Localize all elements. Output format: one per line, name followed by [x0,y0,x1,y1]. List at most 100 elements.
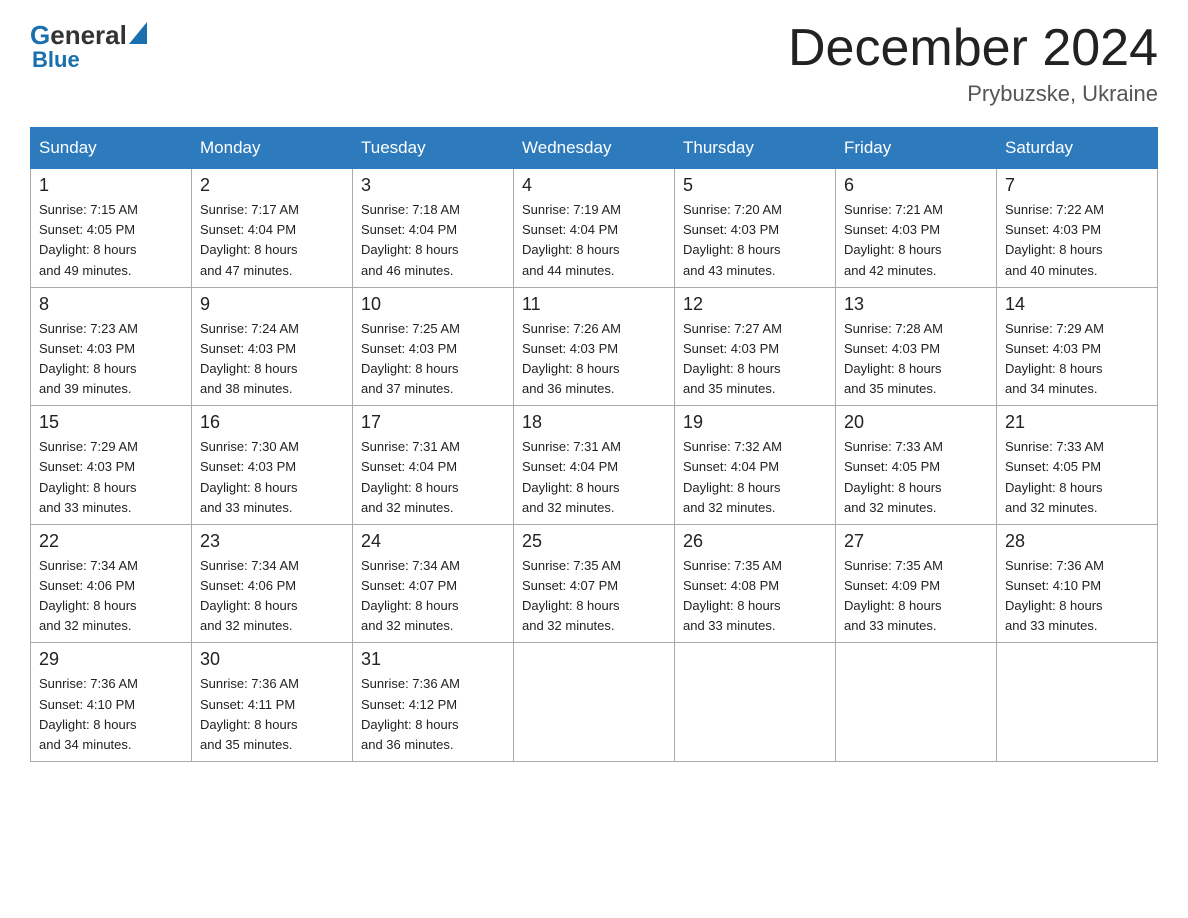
page-header: General Blue December 2024 Prybuzske, Uk… [30,20,1158,107]
day-number: 31 [361,649,505,670]
table-row: 17 Sunrise: 7:31 AMSunset: 4:04 PMDayligh… [353,406,514,525]
day-info: Sunrise: 7:24 AMSunset: 4:03 PMDaylight:… [200,319,344,400]
day-info: Sunrise: 7:21 AMSunset: 4:03 PMDaylight:… [844,200,988,281]
logo: General Blue [30,20,147,73]
table-row: 30 Sunrise: 7:36 AMSunset: 4:11 PMDayligh… [192,643,353,762]
table-row: 1 Sunrise: 7:15 AMSunset: 4:05 PMDaylight… [31,169,192,288]
day-number: 18 [522,412,666,433]
day-info: Sunrise: 7:31 AMSunset: 4:04 PMDaylight:… [361,437,505,518]
day-number: 11 [522,294,666,315]
table-row: 31 Sunrise: 7:36 AMSunset: 4:12 PMDayligh… [353,643,514,762]
table-row: 4 Sunrise: 7:19 AMSunset: 4:04 PMDaylight… [514,169,675,288]
table-row: 27 Sunrise: 7:35 AMSunset: 4:09 PMDayligh… [836,524,997,643]
day-number: 21 [1005,412,1149,433]
table-row: 21 Sunrise: 7:33 AMSunset: 4:05 PMDayligh… [997,406,1158,525]
table-row: 23 Sunrise: 7:34 AMSunset: 4:06 PMDayligh… [192,524,353,643]
day-info: Sunrise: 7:35 AMSunset: 4:09 PMDaylight:… [844,556,988,637]
table-row [514,643,675,762]
day-number: 20 [844,412,988,433]
day-info: Sunrise: 7:36 AMSunset: 4:11 PMDaylight:… [200,674,344,755]
day-number: 19 [683,412,827,433]
table-row: 28 Sunrise: 7:36 AMSunset: 4:10 PMDayligh… [997,524,1158,643]
table-row: 26 Sunrise: 7:35 AMSunset: 4:08 PMDayligh… [675,524,836,643]
day-number: 26 [683,531,827,552]
table-row [675,643,836,762]
table-row: 18 Sunrise: 7:31 AMSunset: 4:04 PMDayligh… [514,406,675,525]
day-info: Sunrise: 7:22 AMSunset: 4:03 PMDaylight:… [1005,200,1149,281]
table-row [836,643,997,762]
day-number: 17 [361,412,505,433]
day-info: Sunrise: 7:26 AMSunset: 4:03 PMDaylight:… [522,319,666,400]
day-info: Sunrise: 7:28 AMSunset: 4:03 PMDaylight:… [844,319,988,400]
day-number: 6 [844,175,988,196]
table-row: 13Sunrise: 7:28 AMSunset: 4:03 PMDayligh… [836,287,997,406]
day-info: Sunrise: 7:35 AMSunset: 4:07 PMDaylight:… [522,556,666,637]
day-number: 2 [200,175,344,196]
day-number: 24 [361,531,505,552]
day-info: Sunrise: 7:25 AMSunset: 4:03 PMDaylight:… [361,319,505,400]
day-info: Sunrise: 7:36 AMSunset: 4:10 PMDaylight:… [39,674,183,755]
day-info: Sunrise: 7:15 AMSunset: 4:05 PMDaylight:… [39,200,183,281]
day-info: Sunrise: 7:29 AMSunset: 4:03 PMDaylight:… [39,437,183,518]
table-row: 19Sunrise: 7:32 AMSunset: 4:04 PMDayligh… [675,406,836,525]
calendar-week-row: 29 Sunrise: 7:36 AMSunset: 4:10 PMDayligh… [31,643,1158,762]
day-number: 23 [200,531,344,552]
table-row: 24 Sunrise: 7:34 AMSunset: 4:07 PMDayligh… [353,524,514,643]
table-row: 12Sunrise: 7:27 AMSunset: 4:03 PMDayligh… [675,287,836,406]
table-row: 10 Sunrise: 7:25 AMSunset: 4:03 PMDayligh… [353,287,514,406]
day-number: 4 [522,175,666,196]
calendar-week-row: 22 Sunrise: 7:34 AMSunset: 4:06 PMDayligh… [31,524,1158,643]
calendar-week-row: 1 Sunrise: 7:15 AMSunset: 4:05 PMDaylight… [31,169,1158,288]
calendar-table: Sunday Monday Tuesday Wednesday Thursday… [30,127,1158,762]
col-wednesday: Wednesday [514,128,675,169]
table-row: 20Sunrise: 7:33 AMSunset: 4:05 PMDayligh… [836,406,997,525]
table-row: 29 Sunrise: 7:36 AMSunset: 4:10 PMDayligh… [31,643,192,762]
day-number: 3 [361,175,505,196]
calendar-week-row: 8 Sunrise: 7:23 AMSunset: 4:03 PMDaylight… [31,287,1158,406]
table-row: 6 Sunrise: 7:21 AMSunset: 4:03 PMDaylight… [836,169,997,288]
day-info: Sunrise: 7:34 AMSunset: 4:06 PMDaylight:… [200,556,344,637]
day-number: 28 [1005,531,1149,552]
table-row: 9 Sunrise: 7:24 AMSunset: 4:03 PMDaylight… [192,287,353,406]
day-number: 30 [200,649,344,670]
table-row: 25 Sunrise: 7:35 AMSunset: 4:07 PMDayligh… [514,524,675,643]
day-number: 22 [39,531,183,552]
day-number: 25 [522,531,666,552]
day-number: 8 [39,294,183,315]
logo-blue-text: Blue [30,47,80,73]
table-row: 5 Sunrise: 7:20 AMSunset: 4:03 PMDaylight… [675,169,836,288]
calendar-week-row: 15 Sunrise: 7:29 AMSunset: 4:03 PMDayligh… [31,406,1158,525]
day-number: 14 [1005,294,1149,315]
day-number: 29 [39,649,183,670]
col-sunday: Sunday [31,128,192,169]
table-row: 15 Sunrise: 7:29 AMSunset: 4:03 PMDayligh… [31,406,192,525]
table-row: 7Sunrise: 7:22 AMSunset: 4:03 PMDaylight… [997,169,1158,288]
day-number: 12 [683,294,827,315]
day-number: 27 [844,531,988,552]
month-year-title: December 2024 [788,20,1158,77]
day-number: 1 [39,175,183,196]
title-block: December 2024 Prybuzske, Ukraine [788,20,1158,107]
day-info: Sunrise: 7:36 AMSunset: 4:12 PMDaylight:… [361,674,505,755]
table-row: 11 Sunrise: 7:26 AMSunset: 4:03 PMDayligh… [514,287,675,406]
day-info: Sunrise: 7:36 AMSunset: 4:10 PMDaylight:… [1005,556,1149,637]
day-info: Sunrise: 7:17 AMSunset: 4:04 PMDaylight:… [200,200,344,281]
table-row: 16Sunrise: 7:30 AMSunset: 4:03 PMDayligh… [192,406,353,525]
day-info: Sunrise: 7:19 AMSunset: 4:04 PMDaylight:… [522,200,666,281]
day-number: 10 [361,294,505,315]
day-number: 5 [683,175,827,196]
day-info: Sunrise: 7:23 AMSunset: 4:03 PMDaylight:… [39,319,183,400]
day-number: 15 [39,412,183,433]
col-saturday: Saturday [997,128,1158,169]
day-info: Sunrise: 7:33 AMSunset: 4:05 PMDaylight:… [1005,437,1149,518]
col-friday: Friday [836,128,997,169]
day-info: Sunrise: 7:30 AMSunset: 4:03 PMDaylight:… [200,437,344,518]
col-thursday: Thursday [675,128,836,169]
table-row: 8 Sunrise: 7:23 AMSunset: 4:03 PMDaylight… [31,287,192,406]
day-info: Sunrise: 7:20 AMSunset: 4:03 PMDaylight:… [683,200,827,281]
day-info: Sunrise: 7:31 AMSunset: 4:04 PMDaylight:… [522,437,666,518]
day-number: 9 [200,294,344,315]
table-row [997,643,1158,762]
day-info: Sunrise: 7:34 AMSunset: 4:07 PMDaylight:… [361,556,505,637]
day-info: Sunrise: 7:35 AMSunset: 4:08 PMDaylight:… [683,556,827,637]
